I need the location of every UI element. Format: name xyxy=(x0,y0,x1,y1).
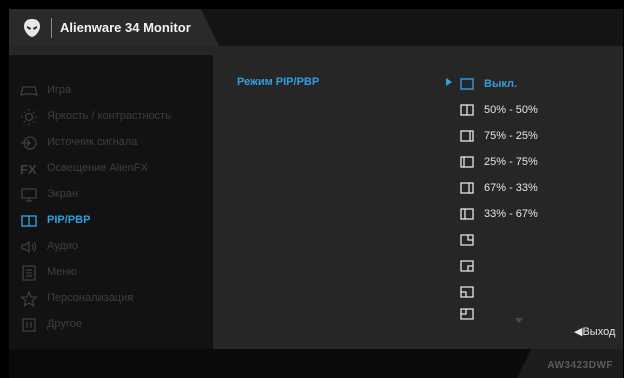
sidebar-item-label: Экран xyxy=(47,188,79,200)
other-icon xyxy=(22,318,36,332)
sidebar-item-alienfx[interactable]: FX Освещение AlienFX xyxy=(9,157,213,181)
pip-bottom-left-icon xyxy=(460,286,474,298)
menu-icon xyxy=(22,265,36,281)
monitor-title: Alienware 34 Monitor xyxy=(60,20,191,35)
sidebar-item-label: Источник сигнала xyxy=(47,136,138,148)
pip-pbp-icon xyxy=(21,215,37,227)
sidebar-item-display[interactable]: Экран xyxy=(9,183,213,207)
sidebar-item-brightness[interactable]: Яркость / контрастность xyxy=(9,105,213,129)
input-source-icon xyxy=(21,136,37,150)
sidebar-item-label: Персонализация xyxy=(47,292,134,304)
osd-header: Alienware 34 Monitor xyxy=(9,9,623,46)
split-75-25-icon xyxy=(460,130,474,142)
split-67-33-icon xyxy=(460,182,474,194)
pip-top-left-icon xyxy=(460,308,474,320)
option-label: 67% - 33% xyxy=(484,182,538,194)
sidebar-item-input-source[interactable]: Источник сигнала xyxy=(9,131,213,155)
header-strip xyxy=(9,46,623,55)
split-50-50-icon xyxy=(460,104,474,116)
sidebar: Игра Яркость / контрастность Источник си… xyxy=(9,55,213,349)
pip-pbp-mode-label: Режим PIP/PBP xyxy=(237,76,320,88)
selection-pointer-icon xyxy=(446,78,452,86)
option-25-75[interactable]: 25% - 75% xyxy=(460,154,610,172)
split-25-75-icon xyxy=(460,156,474,168)
option-off[interactable]: Выкл. xyxy=(460,76,610,94)
sidebar-item-personalize[interactable]: Персонализация xyxy=(9,287,213,311)
speaker-icon xyxy=(21,240,37,254)
split-33-67-icon xyxy=(460,208,474,220)
gamepad-icon xyxy=(20,86,38,96)
sidebar-item-game[interactable]: Игра xyxy=(9,79,213,103)
exit-button[interactable]: ◀Выход xyxy=(574,325,615,338)
option-33-67[interactable]: 33% - 67% xyxy=(460,206,610,224)
sidebar-item-label: Аудио xyxy=(47,240,79,252)
sidebar-item-menu[interactable]: Меню xyxy=(9,261,213,285)
option-67-33[interactable]: 67% - 33% xyxy=(460,180,610,198)
option-pip-bottom-right[interactable] xyxy=(460,258,610,276)
pip-top-right-icon xyxy=(460,234,474,246)
header-separator xyxy=(51,18,52,38)
submenu-panel xyxy=(213,55,623,349)
star-icon xyxy=(20,291,38,307)
option-label: 33% - 67% xyxy=(484,208,538,220)
option-pip-top-right[interactable] xyxy=(460,232,610,250)
option-75-25[interactable]: 75% - 25% xyxy=(460,128,610,146)
sidebar-item-pip-pbp[interactable]: PIP/PBP xyxy=(9,209,213,233)
alien-head-logo-icon xyxy=(24,19,40,37)
sidebar-item-audio[interactable]: Аудио xyxy=(9,235,213,259)
option-50-50[interactable]: 50% - 50% xyxy=(460,102,610,120)
option-label: 25% - 75% xyxy=(484,156,538,168)
option-label: 50% - 50% xyxy=(484,104,538,116)
option-pip-top-left[interactable] xyxy=(460,306,610,324)
svg-text:FX: FX xyxy=(20,162,37,177)
option-label: Выкл. xyxy=(484,78,518,90)
sidebar-item-label: PIP/PBP xyxy=(47,214,91,226)
sidebar-item-label: Яркость / контрастность xyxy=(47,110,171,122)
alienfx-icon: FX xyxy=(20,162,37,177)
brightness-icon xyxy=(21,109,37,125)
single-screen-icon xyxy=(460,78,474,90)
osd-footer: AW3423DWF xyxy=(9,349,623,378)
sidebar-item-label: Другое xyxy=(47,318,82,330)
pip-bottom-right-icon xyxy=(460,260,474,272)
sidebar-item-label: Освещение AlienFX xyxy=(47,162,148,174)
option-label: 75% - 25% xyxy=(484,130,538,142)
option-pip-bottom-left[interactable] xyxy=(460,284,610,302)
sidebar-item-label: Меню xyxy=(47,266,77,278)
scroll-down-arrow-icon[interactable] xyxy=(515,318,523,323)
sidebar-item-label: Игра xyxy=(47,84,72,96)
display-icon xyxy=(21,188,37,202)
sidebar-item-other[interactable]: Другое xyxy=(9,313,213,337)
model-name: AW3423DWF xyxy=(547,360,613,371)
